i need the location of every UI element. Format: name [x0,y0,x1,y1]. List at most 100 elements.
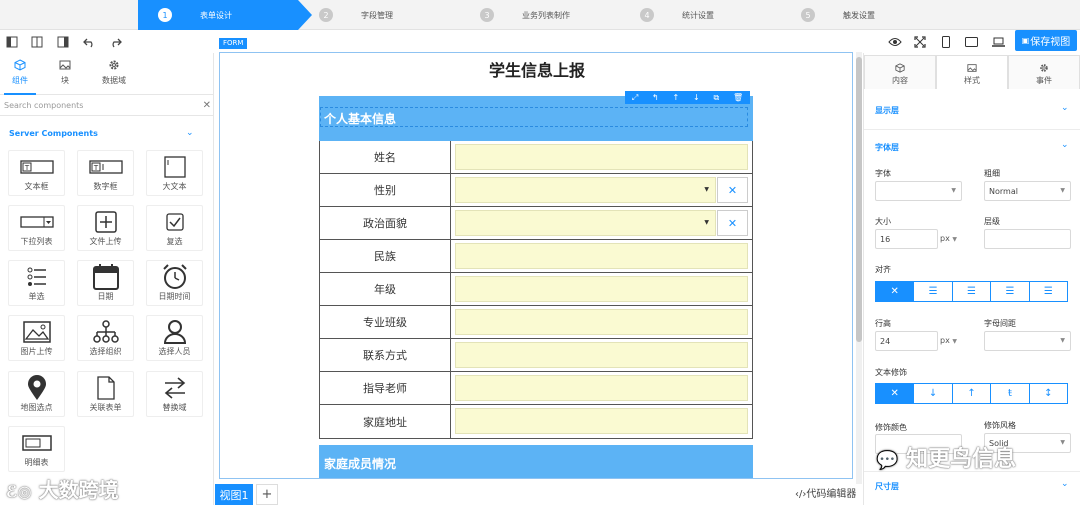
org-tree-icon [92,320,119,343]
form-title[interactable]: 学生信息上报 [220,57,852,81]
font-size-input[interactable]: 16 [875,229,938,249]
redo-icon[interactable] [106,33,124,51]
copy-icon[interactable]: ⧉ [713,93,719,103]
major-class-input[interactable] [455,309,748,335]
tab-data-domain[interactable]: 数据域 [92,59,136,86]
decoration-underline-button[interactable]: ↓ [913,384,951,403]
move-up-icon[interactable]: ↑ [673,93,680,102]
component-image-upload[interactable]: 图片上传 [8,315,65,361]
component-select-person[interactable]: 选择人员 [146,315,203,361]
undo-icon[interactable] [80,33,98,51]
letter-spacing-input[interactable]: ▼ [984,331,1071,351]
align-right-button[interactable]: ☰ [990,282,1028,301]
view-tab-1[interactable]: 视图1 [215,484,253,505]
mobile-view-icon[interactable] [937,33,955,51]
close-icon[interactable]: ✕ [203,100,211,111]
tab-components[interactable]: 组件 [0,59,40,95]
political-status-select[interactable]: ▼ [455,210,716,236]
align-center-button[interactable]: ☰ [951,282,990,301]
component-label: 关联表单 [89,403,122,412]
chevron-down-icon[interactable]: ⌄ [186,128,194,138]
chevron-down-icon[interactable]: ⌄ [1061,479,1069,489]
section-display[interactable]: 显示层 [875,105,899,116]
align-left-button[interactable]: ☰ [913,282,951,301]
step-bar: 1 表单设计 2 字段管理 3 业务列表制作 4 统计设置 5 触发设置 [0,0,1080,30]
line-height-unit-select[interactable]: px ▼ [940,331,957,351]
layout-right-icon[interactable] [54,33,72,51]
align-none-button[interactable]: ✕ [876,282,914,301]
dropdown-arrow-icon: ▼ [704,219,709,226]
field-label: 联系方式 [320,339,451,371]
grade-input[interactable] [455,276,748,302]
watermark-text: 知更鸟信息 [906,447,1017,472]
expand-icon[interactable]: ⤢ [632,93,638,103]
component-select-org[interactable]: 选择组织 [77,315,134,361]
component-detail-table[interactable]: 明细表 [8,426,65,472]
move-down-icon[interactable]: ↓ [693,93,700,102]
chevron-down-icon[interactable]: ⌄ [1061,140,1069,150]
layout-left-icon[interactable] [3,33,21,51]
ethnicity-input[interactable] [455,243,748,269]
font-family-select[interactable]: ▼ [875,181,962,201]
component-textbox[interactable]: T 文本框 [8,150,65,196]
add-view-button[interactable]: + [256,484,278,505]
preview-eye-icon[interactable] [886,33,904,51]
step-list-making[interactable]: 3 业务列表制作 [480,0,570,30]
step-statistics[interactable]: 4 统计设置 [640,0,714,30]
search-components-input[interactable]: Search components ✕ [0,96,214,116]
component-checkbox[interactable]: 复选 [146,205,203,251]
address-input[interactable] [455,408,748,434]
decoration-both-button[interactable]: ↕ [1028,384,1067,403]
component-file-upload[interactable]: 文件上传 [77,205,134,251]
clear-button[interactable]: ✕ [717,210,748,236]
group-title[interactable]: Server Components [9,129,98,138]
z-index-input[interactable] [984,229,1071,249]
tab-events[interactable]: 事件 [1008,55,1080,89]
step-form-design[interactable]: 1 表单设计 [138,0,312,30]
step-trigger[interactable]: 5 触发设置 [801,0,875,30]
font-size-unit-select[interactable]: px ▼ [940,229,957,249]
save-view-button[interactable]: ▣ 保存视图 [1015,30,1077,51]
gear-icon [1040,64,1048,72]
layout-split-icon[interactable] [28,33,46,51]
code-editor-button[interactable]: ‹/›代码编辑器 [795,485,856,500]
component-replace-field[interactable]: 替换域 [146,371,203,417]
gender-select[interactable]: ▼ [455,177,716,203]
chevron-down-icon[interactable]: ⌄ [1061,103,1069,113]
line-height-input[interactable]: 24 [875,331,938,351]
component-textarea[interactable]: 大文本 [146,150,203,196]
tab-content[interactable]: 内容 [864,55,936,89]
contact-input[interactable] [455,342,748,368]
section-font[interactable]: 字体层 [875,142,899,153]
decoration-overline-button[interactable]: ↑ [951,384,990,403]
select-parent-icon[interactable]: ↰ [652,93,659,102]
cube-icon [14,59,26,71]
component-dropdown[interactable]: 下拉列表 [8,205,65,251]
advisor-input[interactable] [455,375,748,401]
section-size[interactable]: 尺寸层 [875,481,899,492]
fullscreen-icon[interactable] [911,33,929,51]
component-radio[interactable]: 单选 [8,260,65,306]
section-header-family[interactable]: 家庭成员情况 [319,445,753,478]
delete-icon[interactable]: 🗑 [733,93,743,102]
tab-style[interactable]: 样式 [936,55,1008,89]
component-date[interactable]: 日期 [77,260,134,306]
font-weight-select[interactable]: Normal ▼ [984,181,1071,201]
align-justify-button[interactable]: ☰ [1028,282,1067,301]
name-input[interactable] [455,144,748,170]
component-map-pick[interactable]: 地图选点 [8,371,65,417]
person-icon [163,320,186,344]
cube-icon [895,63,905,73]
scrollbar-thumb[interactable] [856,57,862,342]
decoration-strike-button[interactable]: ŧ [990,384,1028,403]
tab-blocks[interactable]: 块 [45,59,85,86]
step-field-management[interactable]: 2 字段管理 [319,0,393,30]
canvas-scrollbar[interactable] [856,52,862,484]
component-related-form[interactable]: 关联表单 [77,371,134,417]
decoration-none-button[interactable]: ✕ [876,384,914,403]
clear-button[interactable]: ✕ [717,177,748,203]
component-datetime[interactable]: 日期时间 [146,260,203,306]
tablet-view-icon[interactable] [962,33,980,51]
component-number-box[interactable]: T 数字框 [77,150,134,196]
desktop-view-icon[interactable] [989,33,1007,51]
